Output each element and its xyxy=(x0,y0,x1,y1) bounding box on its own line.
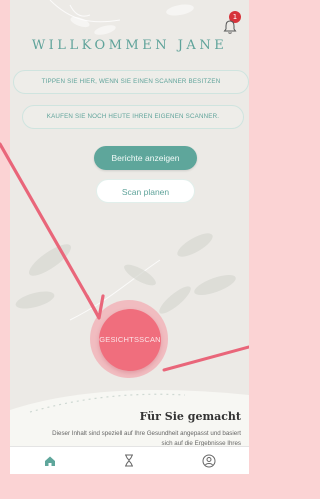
face-scan-button[interactable]: GESICHTSSCAN xyxy=(99,309,161,371)
tab-profile[interactable] xyxy=(199,451,219,471)
tab-history[interactable] xyxy=(119,451,139,471)
buy-scanner-prompt[interactable]: KAUFEN SIE NOCH HEUTE IHREN EIGENEN SCAN… xyxy=(22,105,244,129)
home-icon xyxy=(44,456,55,466)
app-screen: 1 WILLKOMMEN JANE TIPPEN SIE HIER, WENN … xyxy=(10,0,249,474)
plan-scan-button[interactable]: Scan planen xyxy=(96,179,195,203)
scanner-owner-prompt[interactable]: TIPPEN SIE HIER, WENN SIE EINEN SCANNER … xyxy=(13,70,249,94)
welcome-title: WILLKOMMEN JANE xyxy=(31,38,228,53)
view-reports-button[interactable]: Berichte anzeigen xyxy=(94,146,197,170)
hourglass-icon xyxy=(125,454,134,467)
bell-icon[interactable] xyxy=(222,19,238,35)
profile-icon xyxy=(202,454,216,467)
bottom-tab-bar xyxy=(10,446,249,474)
tab-home[interactable] xyxy=(40,451,60,471)
promo-title: Für Sie gemacht xyxy=(139,410,241,423)
